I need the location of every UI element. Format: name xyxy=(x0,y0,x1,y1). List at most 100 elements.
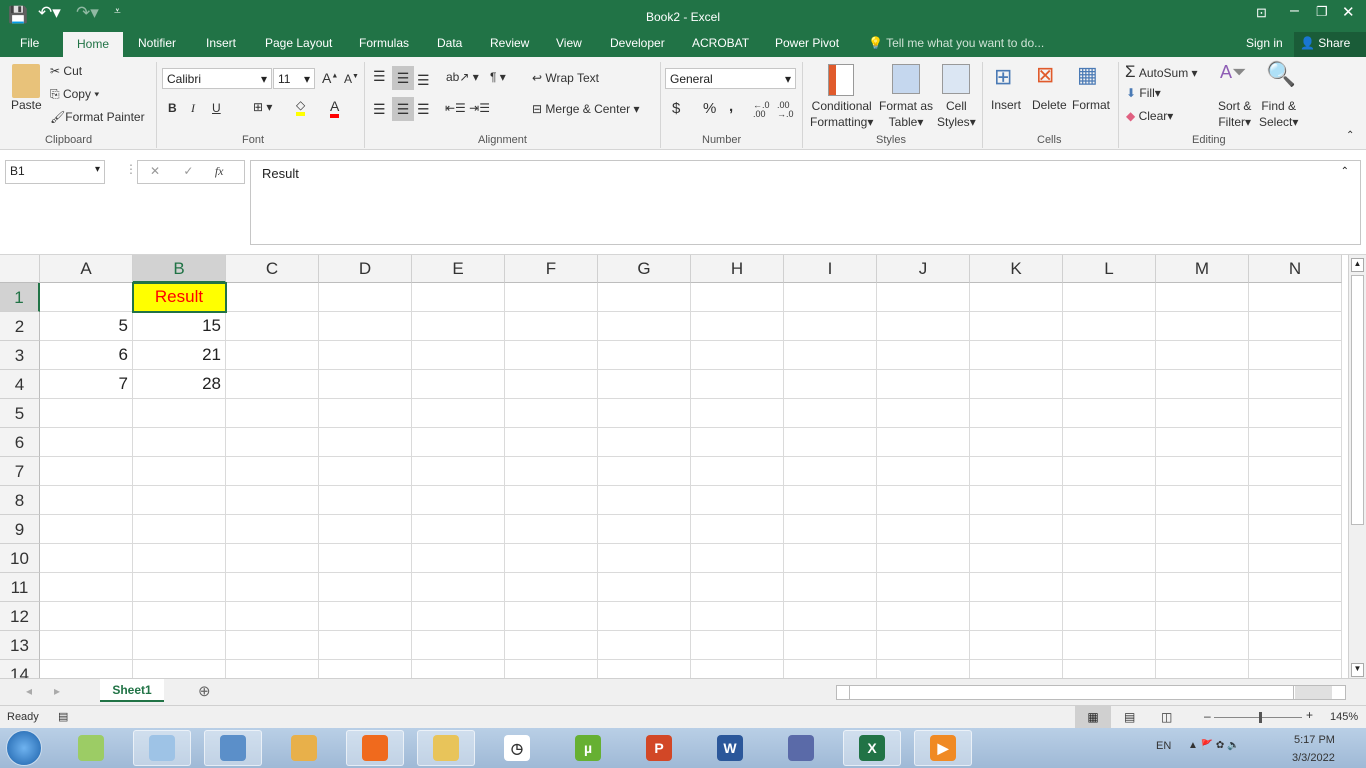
cell-A10[interactable] xyxy=(40,544,133,573)
cell-I2[interactable] xyxy=(784,312,877,341)
cell-L9[interactable] xyxy=(1063,515,1156,544)
column-header-J[interactable]: J xyxy=(877,255,970,283)
cell-H7[interactable] xyxy=(691,457,784,486)
taskbar-explorer-sticky[interactable] xyxy=(62,730,120,766)
row-header-14[interactable]: 14 xyxy=(0,660,40,678)
cell-A9[interactable] xyxy=(40,515,133,544)
name-box[interactable]: B1 ▾ xyxy=(5,160,105,184)
cell-N12[interactable] xyxy=(1249,602,1342,631)
taskbar-word[interactable]: W xyxy=(701,730,759,766)
cell-F6[interactable] xyxy=(505,428,598,457)
cell-A11[interactable] xyxy=(40,573,133,602)
column-header-I[interactable]: I xyxy=(784,255,877,283)
cell-J4[interactable] xyxy=(877,370,970,399)
cell-F2[interactable] xyxy=(505,312,598,341)
cell-F11[interactable] xyxy=(505,573,598,602)
cell-A14[interactable] xyxy=(40,660,133,678)
cell-F10[interactable] xyxy=(505,544,598,573)
cell-K14[interactable] xyxy=(970,660,1063,678)
cell-M8[interactable] xyxy=(1156,486,1249,515)
cell-A13[interactable] xyxy=(40,631,133,660)
cell-E6[interactable] xyxy=(412,428,505,457)
row-header-12[interactable]: 12 xyxy=(0,602,40,631)
column-header-E[interactable]: E xyxy=(412,255,505,283)
cell-L13[interactable] xyxy=(1063,631,1156,660)
cell-C1[interactable] xyxy=(226,283,319,312)
row-header-11[interactable]: 11 xyxy=(0,573,40,602)
cell-M9[interactable] xyxy=(1156,515,1249,544)
cell-L3[interactable] xyxy=(1063,341,1156,370)
zoom-slider-thumb[interactable] xyxy=(1259,712,1262,723)
restore-button[interactable]: ❐ xyxy=(1316,4,1328,20)
cell-C4[interactable] xyxy=(226,370,319,399)
cell-M11[interactable] xyxy=(1156,573,1249,602)
cell-B13[interactable] xyxy=(133,631,226,660)
enter-icon[interactable]: ✓ xyxy=(183,164,193,178)
align-center-icon[interactable]: ☰ xyxy=(392,97,414,121)
language-indicator[interactable]: EN xyxy=(1156,740,1171,752)
cell-E4[interactable] xyxy=(412,370,505,399)
show-hidden-icons[interactable]: ▲ 🚩 ✿ 🔈 xyxy=(1188,740,1240,751)
taskbar-clock[interactable]: ◷ xyxy=(488,730,546,766)
cell-B2[interactable]: 15 xyxy=(133,312,226,341)
cell-K9[interactable] xyxy=(970,515,1063,544)
taskbar-calculator[interactable] xyxy=(204,730,262,766)
comma-button[interactable]: , xyxy=(729,98,733,115)
cell-B10[interactable] xyxy=(133,544,226,573)
page-layout-view-icon[interactable]: ▤ xyxy=(1124,710,1135,724)
cell-D1[interactable] xyxy=(319,283,412,312)
number-format-select[interactable]: General ▾ xyxy=(665,68,796,89)
cell-B8[interactable] xyxy=(133,486,226,515)
sign-in-link[interactable]: Sign in xyxy=(1246,36,1283,50)
cell-E13[interactable] xyxy=(412,631,505,660)
cell-D6[interactable] xyxy=(319,428,412,457)
cell-A8[interactable] xyxy=(40,486,133,515)
row-header-8[interactable]: 8 xyxy=(0,486,40,515)
vertical-scroll-thumb[interactable] xyxy=(1351,275,1364,525)
cell-H3[interactable] xyxy=(691,341,784,370)
taskbar-powerpoint[interactable]: P xyxy=(630,730,688,766)
cell-H11[interactable] xyxy=(691,573,784,602)
align-top-icon[interactable]: ☰ xyxy=(373,68,386,85)
taskbar-firefox[interactable] xyxy=(346,730,404,766)
cut-button[interactable]: ✂ Cut xyxy=(50,64,82,78)
increase-font-icon[interactable]: A▲ xyxy=(322,70,338,86)
cell-B14[interactable] xyxy=(133,660,226,678)
tab-data[interactable]: Data xyxy=(437,36,462,50)
cell-H10[interactable] xyxy=(691,544,784,573)
cell-M12[interactable] xyxy=(1156,602,1249,631)
cell-N2[interactable] xyxy=(1249,312,1342,341)
cell-N11[interactable] xyxy=(1249,573,1342,602)
tab-view[interactable]: View xyxy=(556,36,582,50)
format-button[interactable]: Format xyxy=(1072,98,1110,112)
cell-J5[interactable] xyxy=(877,399,970,428)
tab-review[interactable]: Review xyxy=(490,36,529,50)
cell-K2[interactable] xyxy=(970,312,1063,341)
taskbar-notepad[interactable] xyxy=(133,730,191,766)
cell-N10[interactable] xyxy=(1249,544,1342,573)
cell-H14[interactable] xyxy=(691,660,784,678)
cell-K5[interactable] xyxy=(970,399,1063,428)
tab-file[interactable]: File xyxy=(20,36,39,50)
cell-D5[interactable] xyxy=(319,399,412,428)
cell-E1[interactable] xyxy=(412,283,505,312)
row-header-1[interactable]: 1 xyxy=(0,283,40,312)
cell-C11[interactable] xyxy=(226,573,319,602)
font-name-select[interactable]: Calibri ▾ xyxy=(162,68,272,89)
tab-notifier[interactable]: Notifier xyxy=(138,36,176,50)
cell-G1[interactable] xyxy=(598,283,691,312)
cell-N8[interactable] xyxy=(1249,486,1342,515)
format-painter-button[interactable]: 🖌Format Painter xyxy=(50,110,145,124)
cell-K12[interactable] xyxy=(970,602,1063,631)
insert-button[interactable]: Insert xyxy=(991,98,1021,112)
start-button[interactable] xyxy=(6,730,42,766)
cell-D13[interactable] xyxy=(319,631,412,660)
cell-F1[interactable] xyxy=(505,283,598,312)
cell-D10[interactable] xyxy=(319,544,412,573)
column-header-N[interactable]: N xyxy=(1249,255,1342,283)
cell-H5[interactable] xyxy=(691,399,784,428)
cell-E12[interactable] xyxy=(412,602,505,631)
cell-D2[interactable] xyxy=(319,312,412,341)
cell-I12[interactable] xyxy=(784,602,877,631)
sort-filter-button[interactable]: Sort & Filter▾ xyxy=(1218,98,1251,130)
